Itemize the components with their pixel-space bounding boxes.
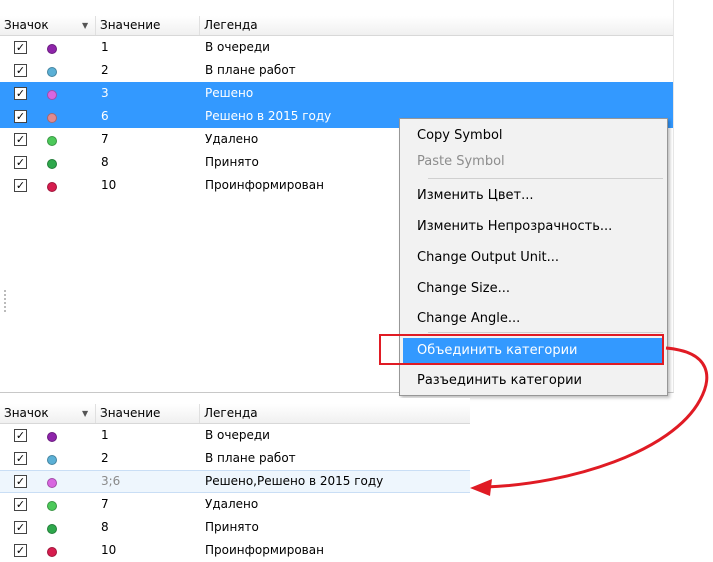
check-icon[interactable]: ✓ xyxy=(14,110,27,123)
row-legend[interactable]: Проинформирован xyxy=(205,539,324,562)
row-legend[interactable]: Решено,Решено в 2015 году xyxy=(205,471,383,492)
symbol-circle-icon[interactable] xyxy=(47,44,57,54)
table-row[interactable]: ✓ 2 В плане работ xyxy=(0,447,470,470)
symbol-circle-icon[interactable] xyxy=(47,455,57,465)
row-legend[interactable]: Решено в 2015 году xyxy=(205,105,331,128)
table-row[interactable]: ✓ 8 Принято xyxy=(0,516,470,539)
check-icon[interactable]: ✓ xyxy=(14,87,27,100)
symbol-circle-icon[interactable] xyxy=(47,547,57,557)
check-icon[interactable]: ✓ xyxy=(14,156,27,169)
column-header-legend[interactable]: Легенда xyxy=(200,404,470,423)
row-value: 10 xyxy=(101,543,117,557)
menu-item-split-categories[interactable]: Разъединить категории xyxy=(400,368,667,394)
symbol-circle-icon[interactable] xyxy=(47,90,57,100)
row-value: 1 xyxy=(101,40,109,54)
row-legend[interactable]: В плане работ xyxy=(205,447,296,470)
row-value: 3;6 xyxy=(101,474,121,488)
row-legend[interactable]: Проинформирован xyxy=(205,174,324,197)
table-row[interactable]: ✓ 7 Удалено xyxy=(0,493,470,516)
column-header-value[interactable]: Значение xyxy=(96,16,200,35)
symbol-circle-icon[interactable] xyxy=(47,67,57,77)
column-header-legend[interactable]: Легенда xyxy=(200,16,673,35)
row-legend[interactable]: Удалено xyxy=(205,128,258,151)
row-legend[interactable]: Принято xyxy=(205,516,259,539)
symbol-circle-icon[interactable] xyxy=(47,432,57,442)
resize-handle[interactable] xyxy=(4,290,6,314)
check-icon[interactable]: ✓ xyxy=(14,133,27,146)
symbol-circle-icon[interactable] xyxy=(47,524,57,534)
symbol-circle-icon[interactable] xyxy=(47,501,57,511)
table-row[interactable]: ✓ 3 Решено xyxy=(0,82,673,105)
row-value: 10 xyxy=(101,178,117,192)
row-value: 8 xyxy=(101,520,109,534)
check-icon[interactable]: ✓ xyxy=(14,452,27,465)
row-value: 2 xyxy=(101,63,109,77)
check-icon[interactable]: ✓ xyxy=(14,475,27,488)
row-legend[interactable]: Принято xyxy=(205,151,259,174)
table-row[interactable]: ✓ 1 В очереди xyxy=(0,424,470,447)
menu-separator xyxy=(428,178,663,179)
symbol-circle-icon[interactable] xyxy=(47,113,57,123)
menu-item-merge-categories[interactable]: Объединить категории xyxy=(403,338,664,364)
check-icon[interactable]: ✓ xyxy=(14,179,27,192)
row-value: 8 xyxy=(101,155,109,169)
table-row[interactable]: ✓ 2 В плане работ xyxy=(0,59,673,82)
menu-item-change-angle[interactable]: Change Angle... xyxy=(400,306,667,332)
row-value: 2 xyxy=(101,451,109,465)
row-legend[interactable]: Удалено xyxy=(205,493,258,516)
menu-item-change-color[interactable]: Изменить Цвет... xyxy=(400,183,667,209)
row-legend[interactable]: В очереди xyxy=(205,36,270,59)
context-menu: Copy Symbol Paste Symbol Изменить Цвет..… xyxy=(399,118,668,396)
menu-item-paste-symbol[interactable]: Paste Symbol xyxy=(400,149,667,175)
check-icon[interactable]: ✓ xyxy=(14,64,27,77)
row-value: 3 xyxy=(101,86,109,100)
menu-item-change-opacity[interactable]: Изменить Непрозрачность... xyxy=(400,214,667,240)
table-header: Значок ▼ Значение Легенда xyxy=(0,404,470,424)
menu-item-copy-symbol[interactable]: Copy Symbol xyxy=(400,123,667,149)
row-value: 6 xyxy=(101,109,109,123)
sort-down-icon: ▼ xyxy=(82,409,89,418)
table-row[interactable]: ✓ 1 В очереди xyxy=(0,36,673,59)
check-icon[interactable]: ✓ xyxy=(14,498,27,511)
symbol-circle-icon[interactable] xyxy=(47,478,57,488)
symbol-circle-icon[interactable] xyxy=(47,136,57,146)
row-legend[interactable]: Решено xyxy=(205,82,253,105)
sort-down-icon: ▼ xyxy=(82,21,89,30)
menu-item-change-size[interactable]: Change Size... xyxy=(400,276,667,302)
table-header: Значок ▼ Значение Легенда xyxy=(0,16,673,36)
check-icon[interactable]: ✓ xyxy=(14,429,27,442)
check-icon[interactable]: ✓ xyxy=(14,41,27,54)
row-value: 7 xyxy=(101,497,109,511)
column-header-value[interactable]: Значение xyxy=(96,404,200,423)
menu-separator xyxy=(428,332,663,333)
check-icon[interactable]: ✓ xyxy=(14,521,27,534)
check-icon[interactable]: ✓ xyxy=(14,544,27,557)
row-value: 7 xyxy=(101,132,109,146)
categories-table-after: Значок ▼ Значение Легенда ✓ 1 В очереди … xyxy=(0,398,470,562)
table-row[interactable]: ✓ 10 Проинформирован xyxy=(0,539,470,562)
symbol-circle-icon[interactable] xyxy=(47,182,57,192)
row-legend[interactable]: В плане работ xyxy=(205,59,296,82)
menu-item-change-output-unit[interactable]: Change Output Unit... xyxy=(400,245,667,271)
row-value: 1 xyxy=(101,428,109,442)
row-legend[interactable]: В очереди xyxy=(205,424,270,447)
symbol-circle-icon[interactable] xyxy=(47,159,57,169)
table-row-merged[interactable]: ✓ 3;6 Решено,Решено в 2015 году xyxy=(0,470,470,493)
